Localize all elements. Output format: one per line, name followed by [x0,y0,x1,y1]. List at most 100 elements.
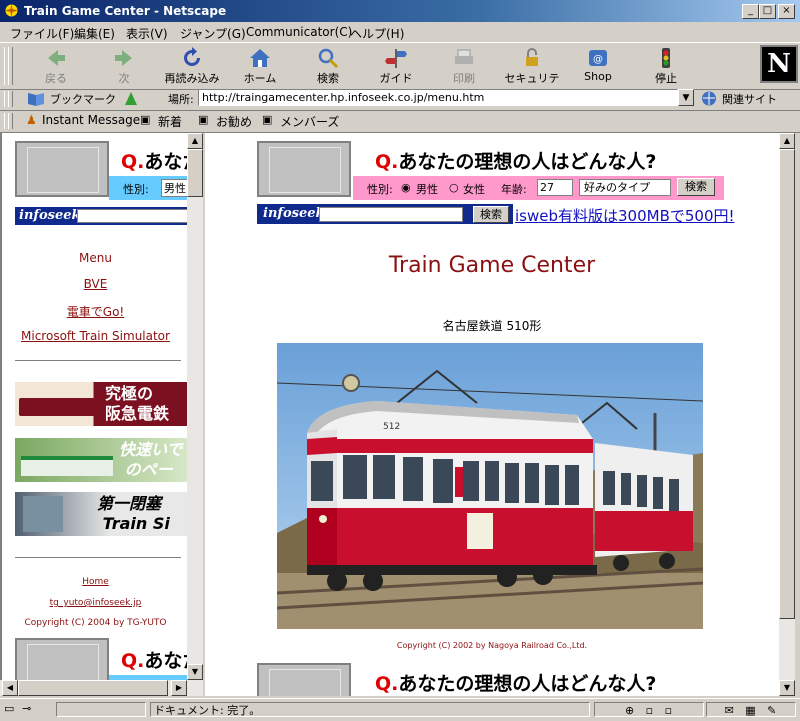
isweb-link[interactable]: isweb有料版は300MBで500円! [515,205,735,226]
scroll-down-button[interactable]: ▼ [187,664,203,680]
forward-button[interactable]: 次 [92,45,156,87]
forward-icon [115,50,132,66]
photo-caption: 名古屋鉄道 510形 [442,319,542,333]
toolbar-grip[interactable] [8,91,13,107]
question-mark: Q. [375,151,399,173]
main-ad-banner[interactable]: Q.あなたの理想の人はどんな人? 性別: ◉ 男性 ○ 女性 年齢: 27 好み… [257,141,727,201]
nav-link-densha-de-go[interactable]: 電車でGo! [2,303,189,320]
left-ad-question: あなた [144,151,189,173]
scroll-thumb[interactable] [779,149,795,619]
related-sites-button[interactable]: 関連サイト [722,91,777,107]
guide-button[interactable]: ガイド [364,45,428,87]
toolbar-grip[interactable] [8,47,13,85]
infoseek-search-input[interactable] [319,207,463,222]
svg-text:@: @ [593,54,603,65]
nav-link-train-simulator[interactable]: Microsoft Train Simulator [2,329,189,343]
ad-form: 性別: ◉ 男性 ○ 女性 年齢: 27 好みのタイプ 検索 [353,176,724,200]
main-ad-banner-bottom[interactable]: Q.あなたの理想の人はどんな人? [257,663,727,696]
ad-search-button[interactable]: 検索 [677,178,715,196]
main-frame: Q.あなたの理想の人はどんな人? 性別: ◉ 男性 ○ 女性 年齢: 27 好み… [205,133,779,696]
left-ad-form: 性別: 男性 [109,176,189,200]
scroll-up-button[interactable]: ▲ [779,133,795,149]
status-indicator-icons: ⊕ ▫ ▫ [594,702,704,717]
divider [15,557,181,561]
members-icon: ▣ [262,113,273,126]
left-infoseek-bar: infoseek [15,207,189,225]
car-number: 512 [383,422,400,432]
maximize-button[interactable]: □ [759,4,776,19]
female-radio[interactable]: ○ [449,181,459,194]
members-link[interactable]: メンバーズ [280,113,339,130]
netscape-logo[interactable]: N [760,45,798,83]
bookmarks-button[interactable]: ブックマーク [50,91,116,107]
left-infoseek-input[interactable] [77,209,189,223]
minimize-button[interactable]: _ [742,4,759,19]
ad-image [257,663,351,696]
shop-button[interactable]: @ Shop [566,45,630,87]
age-label: 年齢: [501,183,527,196]
toolbar-grip[interactable] [8,113,13,129]
ad-question: あなたの理想の人はどんな人? [398,673,657,695]
connection-icon: ⊸ [22,702,32,715]
stop-button[interactable]: 停止 [634,45,698,87]
home-button[interactable]: ホーム [228,45,292,87]
reload-icon [184,47,200,66]
menu-file[interactable]: ファイル(F) [10,25,74,42]
close-button[interactable]: × [778,4,795,19]
security-button[interactable]: セキュリティ [500,45,564,101]
url-dropdown-button[interactable]: ▼ [678,89,694,106]
left-horizontal-scrollbar[interactable]: ◀ ▶ [0,680,203,696]
title-bar: Train Game Center - Netscape _ □ × [0,0,800,22]
scroll-down-button[interactable]: ▼ [779,680,795,696]
component-bar-icon[interactable]: ▭ [4,702,14,715]
scroll-up-button[interactable]: ▲ [187,133,203,149]
window-title: Train Game Center - Netscape [24,4,227,18]
location-toolbar: ブックマーク 場所: http://traingamecenter.hp.inf… [0,88,800,111]
rapid-banner[interactable]: 快速いで のペー [15,438,189,482]
footer-home-link[interactable]: Home [2,577,189,587]
url-input[interactable]: http://traingamecenter.hp.infoseek.co.jp… [198,89,678,106]
scroll-left-button[interactable]: ◀ [2,680,18,696]
left-ad-banner[interactable]: Q.あなた 性別: 男性 [15,141,189,203]
nav-link-bve[interactable]: BVE [2,277,189,291]
block-banner[interactable]: 第一閉塞 Train Si [15,492,189,536]
scroll-thumb[interactable] [18,680,168,696]
menu-help[interactable]: ヘルプ(H) [350,25,404,42]
hankyu-banner[interactable]: 究極の 阪急電鉄 [15,382,189,426]
gender-select[interactable]: 男性 [161,179,189,197]
scroll-right-button[interactable]: ▶ [171,680,187,696]
male-radio[interactable]: ◉ [401,181,411,194]
back-button[interactable]: 戻る [24,45,88,87]
infoseek-logo: infoseek [19,208,81,223]
menu-view[interactable]: 表示(V) [126,25,168,42]
left-frame: Q.あなた 性別: 男性 infoseek Menu BVE 電車でGo! Mi… [0,133,189,696]
menu-edit[interactable]: 編集(E) [74,25,115,42]
print-button[interactable]: 印刷 [432,45,496,87]
cab-photo [23,496,63,532]
footer-email-link[interactable]: tg_yuto@infoseek.jp [2,598,189,608]
rapid-banner-text: 快速いで のペー [119,440,183,479]
left-frame-scrollbar[interactable]: ▲ ▼ ▼ [187,133,203,696]
block-banner-text: 第一閉塞 Train Si [97,494,170,533]
recommend-link[interactable]: お勧め [216,113,252,130]
menu-go[interactable]: ジャンプ(G) [180,25,246,42]
page-title: Train Game Center [388,253,596,278]
type-select[interactable]: 好みのタイプ [579,179,671,196]
security-icon [526,48,538,66]
search-button[interactable]: 検索 [296,45,360,87]
scroll-thumb[interactable] [187,149,203,197]
page-proxy-icon[interactable] [122,90,140,107]
guide-icon [385,49,407,68]
status-component-icons[interactable]: ✉ ▦ ✎ [706,702,796,717]
stop-icon [662,48,670,68]
ad-image [15,141,109,197]
age-input[interactable]: 27 [537,179,573,196]
reload-button[interactable]: 再読み込み [160,45,224,87]
related-sites-icon[interactable] [700,90,718,107]
new-link[interactable]: 新着 [158,113,182,130]
bookmarks-icon[interactable] [26,90,48,107]
infoseek-search-button[interactable]: 検索 [473,206,509,223]
menu-communicator[interactable]: Communicator(C) [246,25,352,39]
instant-message-link[interactable]: Instant Message [42,113,140,127]
main-frame-scrollbar[interactable]: ▲ ▼ [779,133,795,696]
